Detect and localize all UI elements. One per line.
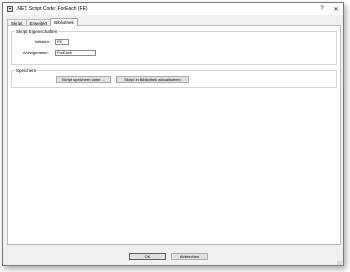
update-library-button[interactable]: Skript in Bibliothek aktualisieren	[116, 76, 189, 83]
ok-button[interactable]: OK	[129, 253, 166, 260]
title-bar[interactable]: .NET Script Code: ForEach (FE) ? ✕	[3, 3, 343, 15]
cancel-button[interactable]: Abbrechen	[171, 253, 208, 260]
help-button[interactable]: ?	[315, 3, 329, 15]
display-name-field[interactable]: ForEach	[55, 50, 96, 56]
initials-label: Initialen:	[35, 39, 50, 44]
app-icon	[7, 6, 13, 12]
resize-grip[interactable]	[337, 261, 342, 266]
dialog-footer: OK Abbrechen	[3, 247, 343, 267]
script-properties-group: Skript Eigenschaften Initialen: FE Anzei…	[11, 29, 337, 65]
tab-panel-bibliothek: Skript Eigenschaften Initialen: FE Anzei…	[7, 25, 341, 245]
dialog-window: .NET Script Code: ForEach (FE) ? ✕ Skrip…	[2, 2, 344, 266]
save-as-button[interactable]: Skript speichern unter ...	[56, 76, 111, 83]
script-properties-title: Skript Eigenschaften	[15, 29, 59, 34]
close-button[interactable]: ✕	[329, 3, 343, 15]
display-name-label: Anzeigename:	[23, 50, 49, 55]
save-group: Speichern Skript speichern unter ... Skr…	[11, 68, 337, 88]
save-group-title: Speichern	[15, 68, 38, 73]
tab-bibliothek[interactable]: Bibliothek	[50, 18, 78, 26]
initials-field[interactable]: FE	[55, 39, 69, 45]
window-title: .NET Script Code: ForEach (FE)	[16, 6, 88, 12]
